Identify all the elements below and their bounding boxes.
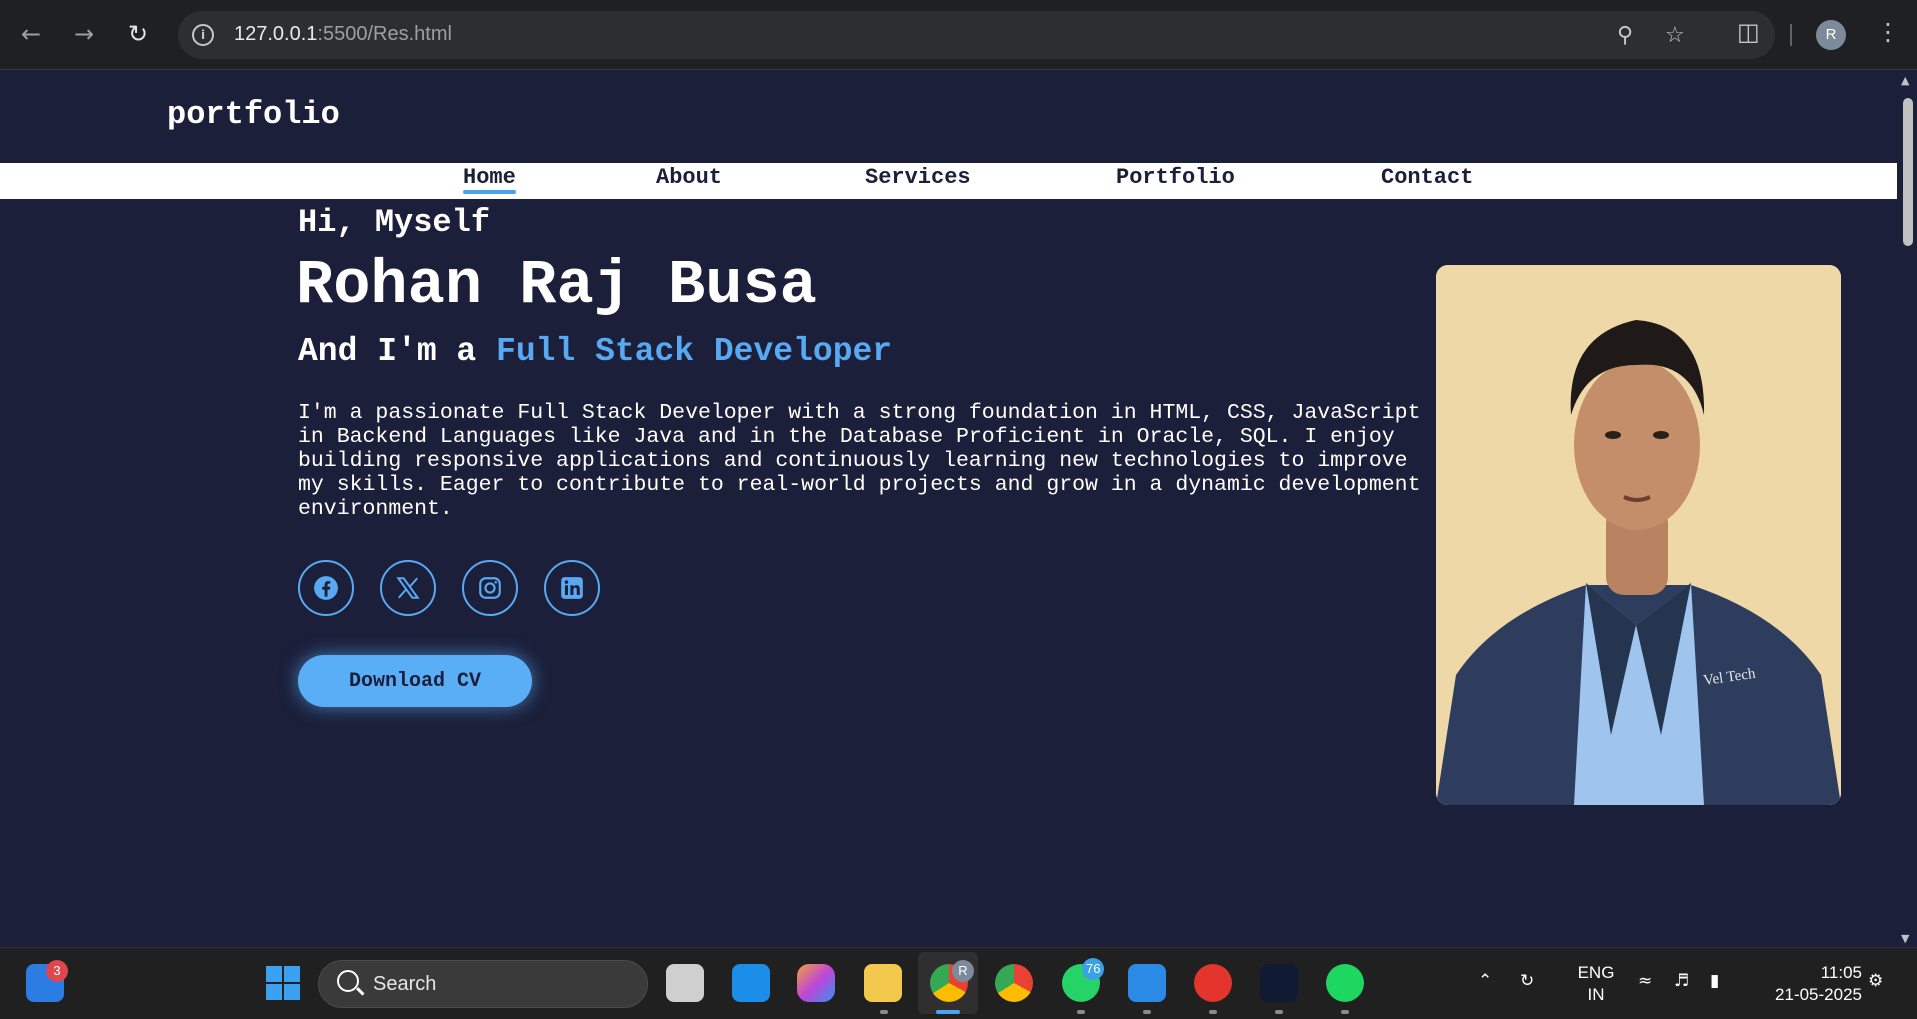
scroll-down-icon[interactable]: ▼	[1901, 932, 1909, 945]
language-code: ENG	[1577, 963, 1615, 982]
facebook-icon[interactable]	[298, 560, 354, 616]
windows-taskbar: 3 Search R 76 ⌃ ↻ ENG IN ≈ ♬ ▮ 11:05 21-…	[0, 947, 1917, 1019]
spotify-icon[interactable]	[1326, 964, 1364, 1002]
profile-avatar[interactable]: R	[1816, 20, 1846, 50]
webex-icon[interactable]	[1260, 964, 1298, 1002]
copilot-icon[interactable]	[797, 964, 835, 1002]
x-icon[interactable]	[380, 560, 436, 616]
page-scrollbar[interactable]: ▲ ▼	[1897, 70, 1917, 947]
hero-role: And I'm a Full Stack Developer	[298, 333, 893, 370]
download-cv-button[interactable]: Download CV	[298, 655, 532, 707]
active-indicator	[936, 1010, 960, 1014]
profile-photo: Vel Tech	[1436, 265, 1841, 805]
file-explorer-icon[interactable]	[864, 964, 902, 1002]
toolbar-divider	[1790, 24, 1792, 46]
page-viewport: portfolio Home About Services Portfolio …	[0, 70, 1897, 947]
chevron-up-icon[interactable]: ⌃	[1478, 970, 1492, 992]
notification-icon[interactable]: ⚙	[1868, 970, 1883, 992]
taskbar-search[interactable]: Search	[318, 960, 648, 1008]
extensions-icon[interactable]: ◫	[1737, 18, 1760, 46]
clock-time: 11:05	[1820, 963, 1862, 982]
address-bar[interactable]: i 127.0.0.1:5500/Res.html ⚲ ☆	[178, 11, 1775, 59]
running-indicator	[1341, 1010, 1349, 1014]
running-indicator	[880, 1010, 888, 1014]
linkedin-icon[interactable]	[544, 560, 600, 616]
chrome-icon[interactable]	[995, 964, 1033, 1002]
sync-icon[interactable]: ↻	[1520, 970, 1534, 992]
clock-date: 21-05-2025	[1775, 985, 1862, 1004]
running-indicator	[1077, 1010, 1085, 1014]
start-icon[interactable]	[264, 964, 302, 1002]
nav-about[interactable]: About	[656, 165, 722, 190]
language-indicator[interactable]: ENG IN	[1576, 962, 1616, 1006]
battery-icon[interactable]: ▮	[1710, 970, 1719, 992]
zoom-icon[interactable]: ⚲	[1617, 23, 1633, 48]
instagram-icon[interactable]	[462, 560, 518, 616]
role-highlight: Full Stack Developer	[496, 333, 893, 370]
running-indicator	[1209, 1010, 1217, 1014]
menu-kebab-icon[interactable]: ⋮	[1876, 18, 1900, 46]
greeting: Hi, Myself	[298, 204, 491, 241]
running-indicator	[1143, 1010, 1151, 1014]
running-indicator	[1275, 1010, 1283, 1014]
volume-icon[interactable]: ♬	[1674, 970, 1689, 992]
site-logo[interactable]: portfolio	[167, 96, 340, 133]
prime-video-icon[interactable]	[732, 964, 770, 1002]
vscode-icon[interactable]	[1128, 964, 1166, 1002]
widgets-badge: 3	[46, 960, 68, 982]
region-code: IN	[1587, 985, 1605, 1004]
whatsapp-badge: 76	[1082, 958, 1105, 980]
nav-services[interactable]: Services	[865, 165, 971, 190]
nav-portfolio[interactable]: Portfolio	[1116, 165, 1235, 190]
forward-icon[interactable]: →	[68, 18, 100, 50]
reload-icon[interactable]: ↻	[122, 18, 154, 50]
bio-paragraph: I'm a passionate Full Stack Developer wi…	[298, 401, 1421, 521]
scroll-up-icon[interactable]: ▲	[1901, 74, 1909, 87]
chrome-profile-badge: R	[952, 960, 974, 982]
site-info-icon[interactable]: i	[192, 24, 214, 46]
scrollbar-thumb[interactable]	[1903, 98, 1913, 246]
browser-toolbar: ← → ↻ i 127.0.0.1:5500/Res.html ⚲ ☆ ◫ R …	[0, 0, 1917, 70]
task-view-icon[interactable]	[666, 964, 704, 1002]
hero-name: Rohan Raj Busa	[296, 250, 817, 321]
clock[interactable]: 11:05 21-05-2025	[1756, 962, 1862, 1006]
back-icon[interactable]: ←	[15, 18, 47, 50]
main-navbar: Home About Services Portfolio Contact	[0, 163, 1897, 199]
bookmark-star-icon[interactable]: ☆	[1665, 23, 1685, 48]
wps-office-icon[interactable]	[1194, 964, 1232, 1002]
search-icon	[337, 970, 359, 992]
url-text[interactable]: 127.0.0.1:5500/Res.html	[234, 23, 452, 46]
nav-home[interactable]: Home	[463, 165, 516, 194]
search-placeholder: Search	[373, 973, 437, 995]
wifi-icon[interactable]: ≈	[1638, 970, 1652, 992]
nav-contact[interactable]: Contact	[1381, 165, 1473, 190]
